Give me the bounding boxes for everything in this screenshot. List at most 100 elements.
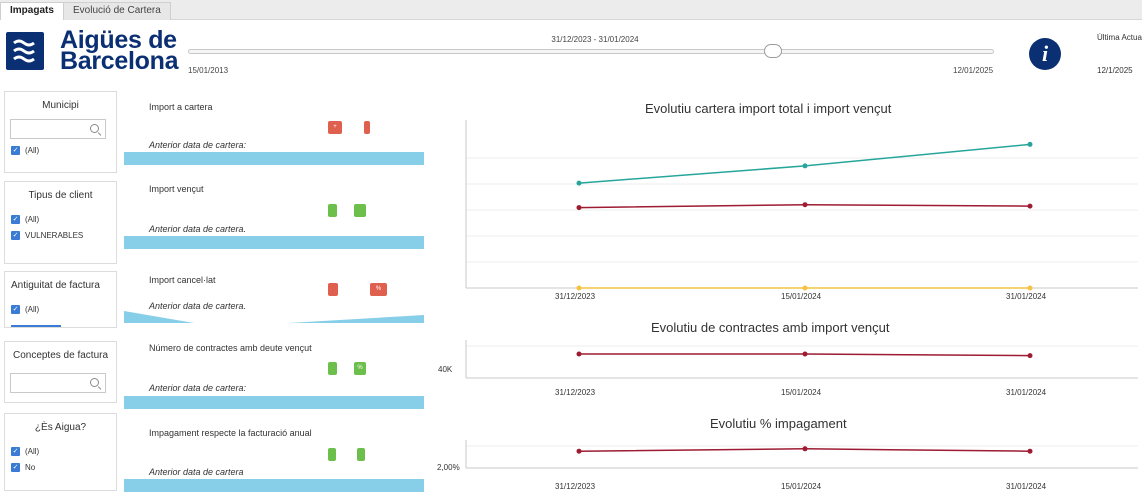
line-chart-contractes	[465, 340, 1138, 379]
kpi-previous-label: Anterior data de cartera:	[149, 140, 247, 150]
date-slider-track[interactable]	[188, 49, 994, 54]
kpi-badge	[357, 448, 365, 461]
tab-bar: Impagats Evolució de Cartera	[0, 0, 1142, 20]
data-point[interactable]	[576, 205, 582, 211]
kpi-badge: %	[370, 283, 387, 296]
filter-municipi: Municipi ✓ (All)	[4, 91, 117, 173]
data-point[interactable]	[802, 202, 808, 208]
tab-evolucio-cartera[interactable]: Evolució de Cartera	[63, 2, 171, 20]
kpi-band	[124, 396, 424, 409]
data-point[interactable]	[1027, 448, 1033, 454]
logo-icon	[6, 32, 44, 70]
kpi-title: Import cancel·lat	[149, 275, 216, 285]
filter-conceptes-factura: Conceptes de factura	[4, 341, 117, 403]
kpi-band	[124, 236, 424, 249]
tab-impagats[interactable]: Impagats	[0, 2, 64, 20]
data-point[interactable]	[576, 180, 582, 186]
kpi-title: Número de contractes amb deute vençut	[149, 343, 312, 353]
date-slider-handle[interactable]	[764, 44, 782, 58]
data-point[interactable]	[802, 446, 808, 452]
filter-title: Antiguitat de factura	[11, 280, 100, 291]
kpi-badge: +	[328, 121, 342, 134]
x-tick-label: 31/01/2024	[1006, 388, 1047, 397]
filter-option[interactable]: ✓ (All)	[11, 446, 116, 456]
data-point[interactable]	[576, 351, 582, 357]
x-tick-label: 31/01/2024	[1006, 482, 1047, 491]
data-point[interactable]	[1027, 285, 1033, 291]
chart-title: Evolutiu cartera import total i import v…	[645, 101, 892, 116]
kpi-badge	[354, 204, 366, 217]
x-tick-label: 15/01/2024	[781, 388, 822, 397]
conceptes-search-input[interactable]	[10, 373, 106, 393]
checkbox-checked-icon: ✓	[11, 304, 20, 314]
kpi-badge	[328, 283, 338, 296]
line-chart-cartera	[465, 120, 1138, 291]
filter-option[interactable]: ✓ (All)	[11, 304, 116, 314]
data-point[interactable]	[802, 163, 808, 169]
filter-option[interactable]: ✓ VULNERABLES	[11, 230, 116, 240]
filter-es-aigua: ¿Ès Aigua? ✓ (All) ✓ No	[4, 413, 117, 491]
data-point[interactable]	[576, 285, 582, 291]
kpi-import-vencut: Import vençut Anterior data de cartera.	[124, 178, 424, 250]
checkbox-checked-icon: ✓	[11, 230, 20, 240]
kpi-badge	[328, 204, 337, 217]
line-chart-impagament	[465, 440, 1138, 469]
kpi-badge	[364, 121, 370, 134]
filter-title: ¿Ès Aigua?	[34, 422, 87, 433]
slider-max-date: 12/01/2025	[953, 66, 994, 75]
slider-min-date: 15/01/2013	[188, 66, 229, 75]
kpi-import-cartera: Import a cartera + Anterior data de cart…	[124, 96, 424, 166]
filter-title: Conceptes de factura	[12, 350, 109, 361]
kpi-title: Impagament respecte la facturació anual	[149, 428, 312, 438]
last-update-label: Última Actualització	[1097, 33, 1142, 42]
checkbox-checked-icon: ✓	[11, 145, 20, 155]
x-tick-label: 31/12/2023	[555, 482, 596, 491]
checkbox-checked-icon: ✓	[11, 214, 20, 224]
municipi-search-input[interactable]	[10, 119, 106, 139]
y-tick-label: 2,00%	[437, 463, 460, 472]
data-point[interactable]	[1027, 203, 1033, 209]
filter-option[interactable]: ✓ (All)	[11, 145, 116, 155]
filter-title: Municipi	[42, 100, 79, 111]
checkbox-checked-icon: ✓	[11, 462, 20, 472]
kpi-title: Import vençut	[149, 184, 204, 194]
data-point[interactable]	[802, 351, 808, 357]
data-point[interactable]	[802, 285, 808, 291]
kpi-badge	[328, 362, 337, 375]
kpi-import-cancelat: Import cancel·lat % Anterior data de car…	[124, 271, 424, 329]
x-tick-label: 15/01/2024	[781, 482, 822, 491]
date-range-label: 31/12/2023 - 31/01/2024	[551, 35, 639, 44]
checkbox-checked-icon: ✓	[11, 446, 20, 456]
kpi-area-sparkline	[124, 311, 424, 323]
kpi-impagament-facturacio: Impagament respecte la facturació anual …	[124, 426, 424, 494]
kpi-badge: %	[354, 362, 366, 375]
kpi-band	[124, 479, 424, 492]
logo-wordmark: Aigües de Barcelona	[60, 26, 179, 75]
search-icon	[90, 124, 99, 133]
filter-option[interactable]: ✓ No	[11, 462, 116, 472]
kpi-badge	[328, 448, 336, 461]
x-tick-label: 15/01/2024	[781, 292, 822, 301]
filter-antiguitat-factura: Antiguitat de factura ✓ (All)	[4, 271, 117, 328]
kpi-previous-label: Anterior data de cartera	[149, 467, 244, 477]
chart-title: Evolutiu % impagament	[710, 416, 847, 431]
kpi-previous-label: Anterior data de cartera:	[149, 383, 247, 393]
filter-tipus-client: Tipus de client ✓ (All) ✓ VULNERABLES	[4, 181, 117, 264]
x-tick-label: 31/01/2024	[1006, 292, 1047, 301]
x-tick-label: 31/12/2023	[555, 388, 596, 397]
data-point[interactable]	[576, 448, 582, 454]
kpi-title: Import a cartera	[149, 102, 213, 112]
filter-option[interactable]: ✓ (All)	[11, 214, 116, 224]
info-icon[interactable]: i	[1029, 38, 1061, 70]
data-point[interactable]	[1027, 353, 1033, 359]
x-tick-label: 31/12/2023	[555, 292, 596, 301]
kpi-contractes-deute: Número de contractes amb deute vençut % …	[124, 340, 424, 412]
chart-title: Evolutiu de contractes amb import vençut	[651, 320, 890, 335]
kpi-previous-label: Anterior data de cartera.	[149, 224, 247, 234]
kpi-band	[124, 152, 424, 165]
y-tick-label: 40K	[438, 365, 453, 374]
scroll-indicator	[11, 325, 61, 327]
filter-title: Tipus de client	[28, 190, 93, 201]
last-update-date: 12/1/2025	[1097, 66, 1133, 75]
data-point[interactable]	[1027, 141, 1033, 147]
